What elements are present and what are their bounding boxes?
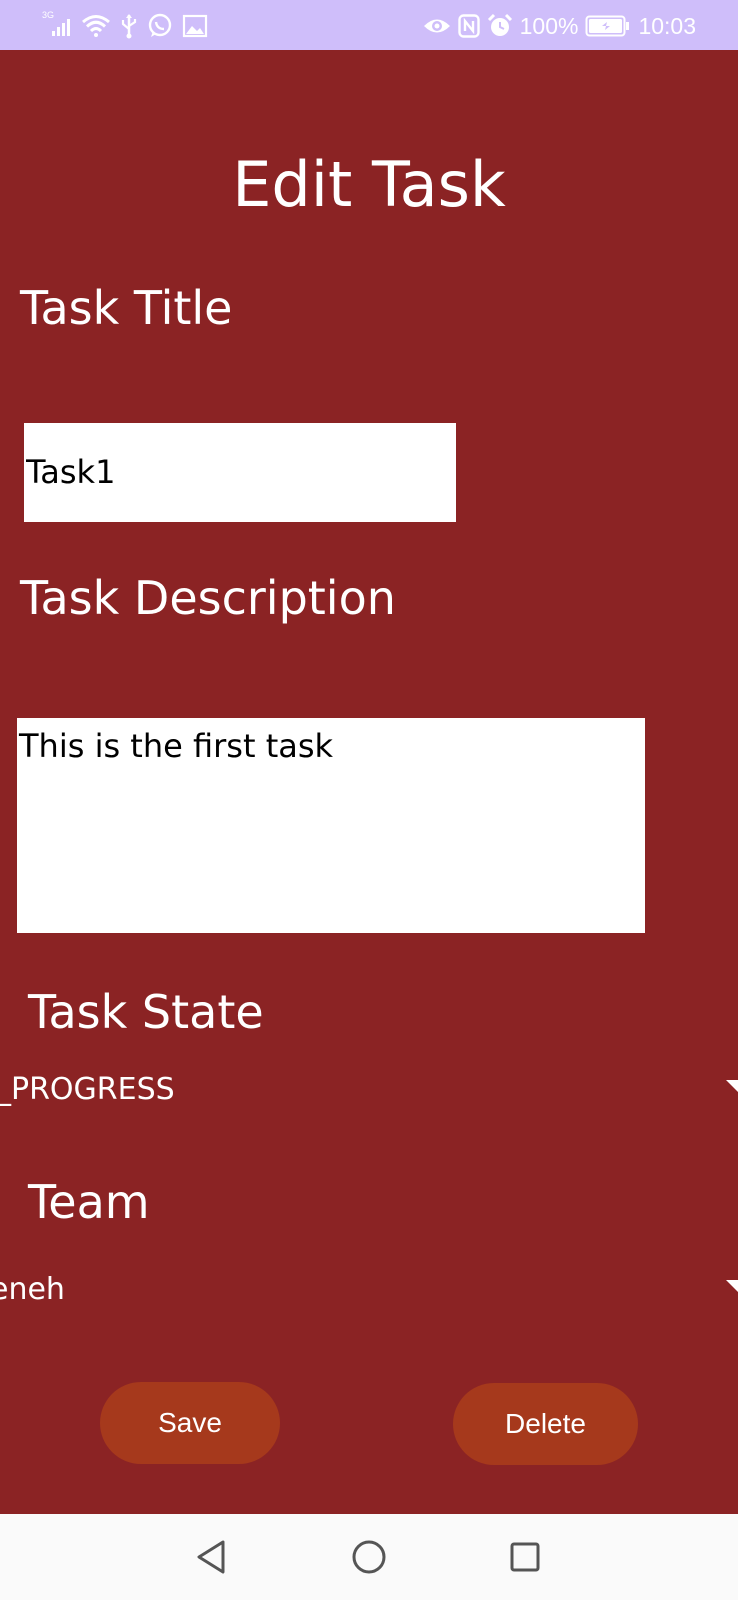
team-dropdown[interactable]: eneh: [0, 1266, 738, 1314]
edit-task-screen: Edit Task Task Title Task Description Th…: [0, 50, 738, 1514]
task-state-value: _PROGRESS: [0, 1072, 175, 1107]
whatsapp-icon: [147, 12, 173, 40]
alarm-icon: [487, 12, 513, 40]
team-label: Team: [28, 1175, 150, 1229]
page-title: Edit Task: [232, 148, 506, 221]
team-value: eneh: [0, 1272, 65, 1307]
navigation-bar: [0, 1514, 738, 1600]
battery-icon: [585, 12, 631, 40]
save-button[interactable]: Save: [100, 1382, 280, 1464]
nfc-icon: [457, 12, 480, 40]
task-title-label: Task Title: [20, 281, 233, 335]
task-title-input[interactable]: [24, 423, 456, 522]
task-description-label: Task Description: [20, 571, 396, 625]
home-icon[interactable]: [346, 1534, 392, 1580]
dropdown-arrow-icon: [726, 1276, 738, 1292]
task-description-input[interactable]: This is the first task: [17, 718, 645, 933]
eye-icon: [423, 12, 451, 40]
signal-icon: 3G: [42, 10, 72, 40]
task-state-label: Task State: [28, 985, 264, 1039]
status-bar: 3G 100% 10:03: [0, 0, 738, 50]
gallery-icon: [182, 12, 208, 40]
status-bar-left: 3G: [42, 10, 208, 40]
status-time: 10:03: [638, 13, 696, 39]
battery-percentage: 100%: [519, 13, 579, 39]
dropdown-arrow-icon: [726, 1076, 738, 1092]
back-icon[interactable]: [188, 1534, 234, 1580]
task-state-dropdown[interactable]: _PROGRESS: [0, 1066, 738, 1114]
recents-icon[interactable]: [502, 1534, 548, 1580]
wifi-icon: [81, 12, 111, 40]
delete-button[interactable]: Delete: [453, 1383, 638, 1465]
status-bar-right: 100% 10:03: [423, 12, 696, 40]
usb-icon: [120, 12, 138, 40]
